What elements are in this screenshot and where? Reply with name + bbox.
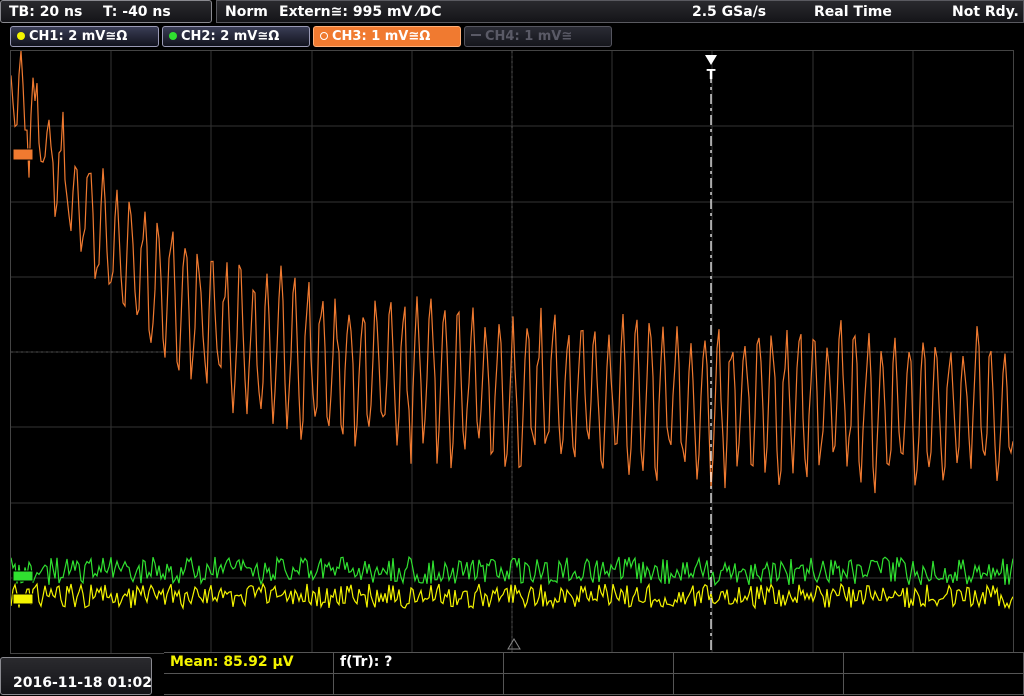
channel-button-ch3[interactable]: CH3: 1 mV≅Ω [313,26,461,47]
channel-button-ch2[interactable]: CH2: 2 mV≅Ω [162,26,310,47]
ch2-offset-marker[interactable] [12,570,34,582]
trigger-marker-label: T [707,68,716,83]
status-label: Not Rdy. [952,4,1019,20]
time-reference-icon [507,638,521,650]
ch1-dot-icon [17,32,25,40]
meas-cell-empty [164,674,334,695]
measurement-table: Mean: 85.92 µV f(Tr): ? [164,652,1024,696]
waveform-display[interactable]: T [10,50,1014,654]
channel-button-ch4[interactable]: CH4: 1 mV≅ [464,26,612,47]
trigger-arrow-icon[interactable] [705,55,717,65]
ch3-offset-marker[interactable] [12,148,34,161]
ch1-offset-marker[interactable] [12,593,34,605]
ch1-label: CH1: 2 mV≅Ω [29,29,128,44]
meas-cell-empty [504,653,674,674]
datetime-label: 2016-11-18 01:02 [13,675,152,691]
waveform-svg: T [10,50,1014,653]
ch3-label: CH3: 1 mV≅Ω [332,29,431,44]
meas-cell-mean[interactable]: Mean: 85.92 µV [164,653,334,674]
timebase-label: TB: 20 ns [9,4,83,20]
timebase-box[interactable]: TB: 20 ns T: -40 ns [0,0,212,23]
trigger-mode-label[interactable]: Norm [225,4,268,20]
channel-button-ch1[interactable]: CH1: 2 mV≅Ω [10,26,159,47]
ch4-dash-icon [471,34,481,36]
meas-cell-empty [504,674,674,695]
top-bar: TB: 20 ns T: -40 ns Norm Extern≅: 995 mV… [0,0,1024,25]
meas-cell-empty [674,653,844,674]
ch4-label: CH4: 1 mV≅ [485,29,573,44]
sample-rate-label: 2.5 GSa/s [692,4,767,20]
meas-cell-freq[interactable]: f(Tr): ? [334,653,504,674]
meas-cell-empty [334,674,504,695]
channel-row: CH1: 2 mV≅Ω CH2: 2 mV≅Ω CH3: 1 mV≅Ω CH4:… [0,26,1024,48]
mean-value: Mean: 85.92 µV [170,654,294,670]
freq-value: f(Tr): ? [340,654,393,670]
meas-cell-empty [844,674,1024,695]
acquisition-mode-label: Real Time [814,4,892,20]
ch2-dot-icon [169,32,177,40]
date-box: 2016-11-18 01:02 [0,657,152,695]
ch2-label: CH2: 2 mV≅Ω [181,29,280,44]
ch3-dot-icon [320,32,328,40]
meas-cell-empty [844,653,1024,674]
trigger-offset-label: T: -40 ns [103,4,171,20]
bottom-bar: 2016-11-18 01:02 Mean: 85.92 µV f(Tr): ? [0,652,1024,696]
status-bar: Norm Extern≅: 995 mV ⁄DC 2.5 GSa/s Real … [216,0,1024,23]
meas-cell-empty [674,674,844,695]
trigger-source-label[interactable]: Extern≅: 995 mV ⁄DC [279,4,441,20]
